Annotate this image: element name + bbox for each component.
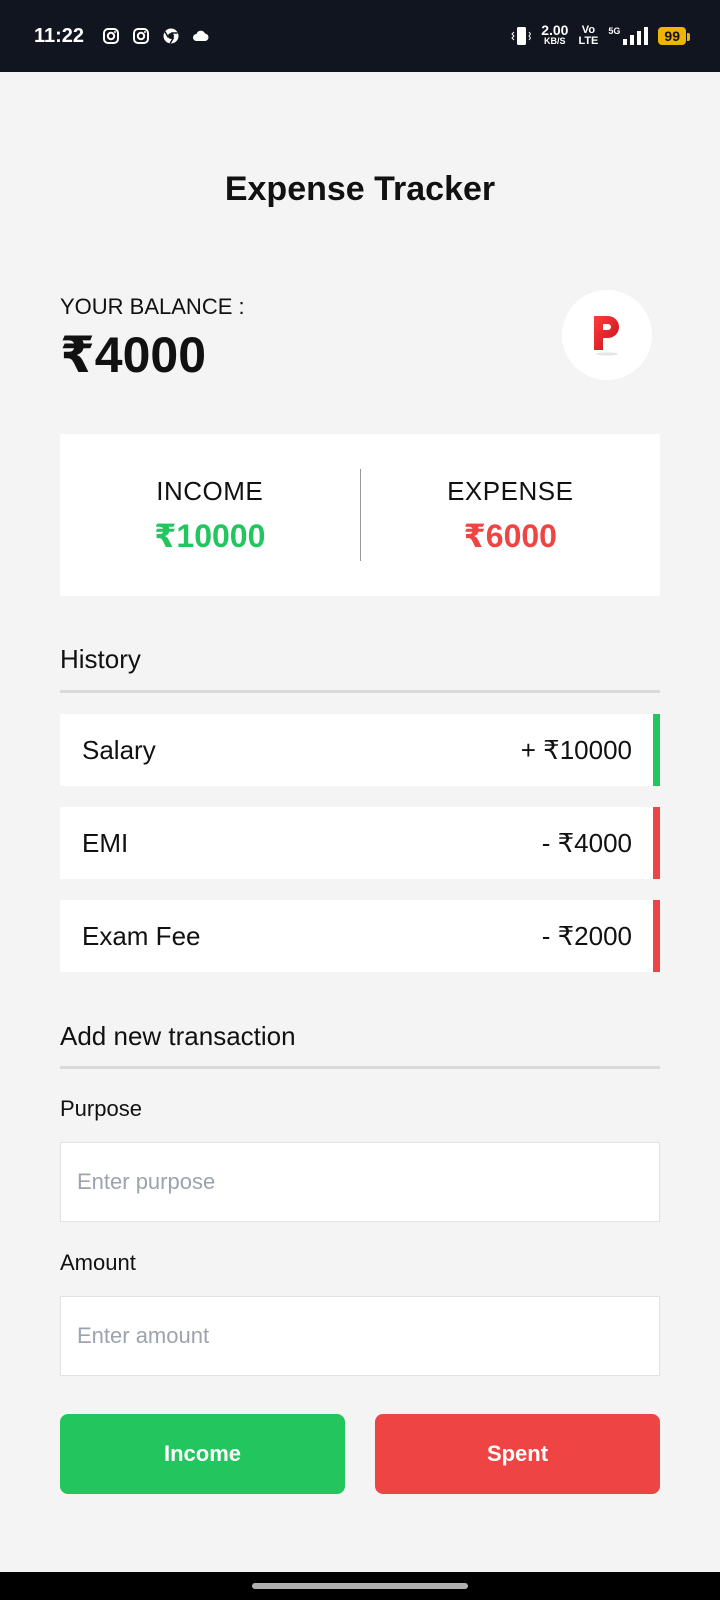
- cloud-icon: [193, 30, 209, 41]
- income-summary: INCOME ₹10000: [60, 476, 360, 555]
- history-item[interactable]: Salary + ₹10000: [60, 714, 660, 786]
- income-label: INCOME: [156, 475, 264, 506]
- signal-indicator: 5G: [608, 26, 649, 45]
- history-item-amount: - ₹2000: [541, 920, 632, 951]
- history-item-label: EMI: [82, 827, 129, 858]
- history-item[interactable]: Exam Fee - ₹2000: [60, 900, 660, 972]
- add-transaction-title: Add new transaction: [60, 1021, 296, 1051]
- income-button[interactable]: Income: [60, 1414, 345, 1494]
- notification-icons: [102, 27, 210, 45]
- amount-input[interactable]: [60, 1296, 660, 1376]
- history-item-label: Salary: [82, 734, 156, 765]
- network-speed: 2.00 KB/S: [541, 23, 568, 47]
- status-bar: 11:22 2.00 KB/S Vo LTE 5G 99: [0, 0, 720, 72]
- history-item-label: Exam Fee: [82, 920, 201, 951]
- history-title: History: [60, 644, 141, 674]
- expense-indicator: [653, 900, 660, 972]
- history-item-amount: + ₹10000: [520, 734, 632, 765]
- battery-icon: 99: [658, 27, 690, 45]
- volte-indicator: Vo LTE: [578, 25, 598, 47]
- instagram-icon: [133, 28, 150, 44]
- history-item[interactable]: EMI - ₹4000: [60, 807, 660, 879]
- app-logo-icon: [594, 316, 619, 356]
- volte-bottom: LTE: [578, 35, 599, 47]
- spent-button[interactable]: Spent: [375, 1414, 660, 1494]
- purpose-label: Purpose: [60, 1096, 142, 1121]
- vibrate-icon: [511, 27, 532, 45]
- expense-label: EXPENSE: [447, 475, 574, 506]
- expense-value: ₹6000: [463, 517, 557, 554]
- status-time: 11:22: [34, 24, 85, 47]
- signal-icon: [623, 27, 649, 45]
- balance-label: YOUR BALANCE :: [60, 294, 245, 319]
- chrome-icon: [163, 28, 179, 44]
- network-type: 5G: [608, 26, 621, 36]
- amount-label: Amount: [60, 1250, 136, 1275]
- purpose-input[interactable]: [60, 1142, 660, 1222]
- home-gesture-handle[interactable]: [252, 1583, 468, 1589]
- navigation-bar: [0, 1572, 720, 1600]
- expense-indicator: [653, 807, 660, 879]
- add-transaction-divider: [60, 1066, 660, 1069]
- history-item-amount: - ₹4000: [541, 827, 632, 858]
- income-value: ₹10000: [154, 517, 266, 554]
- instagram-icon: [103, 28, 120, 44]
- balance-value: ₹4000: [60, 327, 207, 383]
- income-indicator: [653, 714, 660, 786]
- history-divider: [60, 690, 660, 693]
- page-title: Expense Tracker: [224, 170, 496, 208]
- summary-card: INCOME ₹10000 EXPENSE ₹6000: [60, 434, 660, 596]
- network-speed-unit: KB/S: [544, 36, 566, 46]
- expense-summary: EXPENSE ₹6000: [361, 476, 661, 555]
- system-icons: 2.00 KB/S Vo LTE 5G 99: [511, 23, 690, 47]
- avatar[interactable]: [562, 290, 652, 380]
